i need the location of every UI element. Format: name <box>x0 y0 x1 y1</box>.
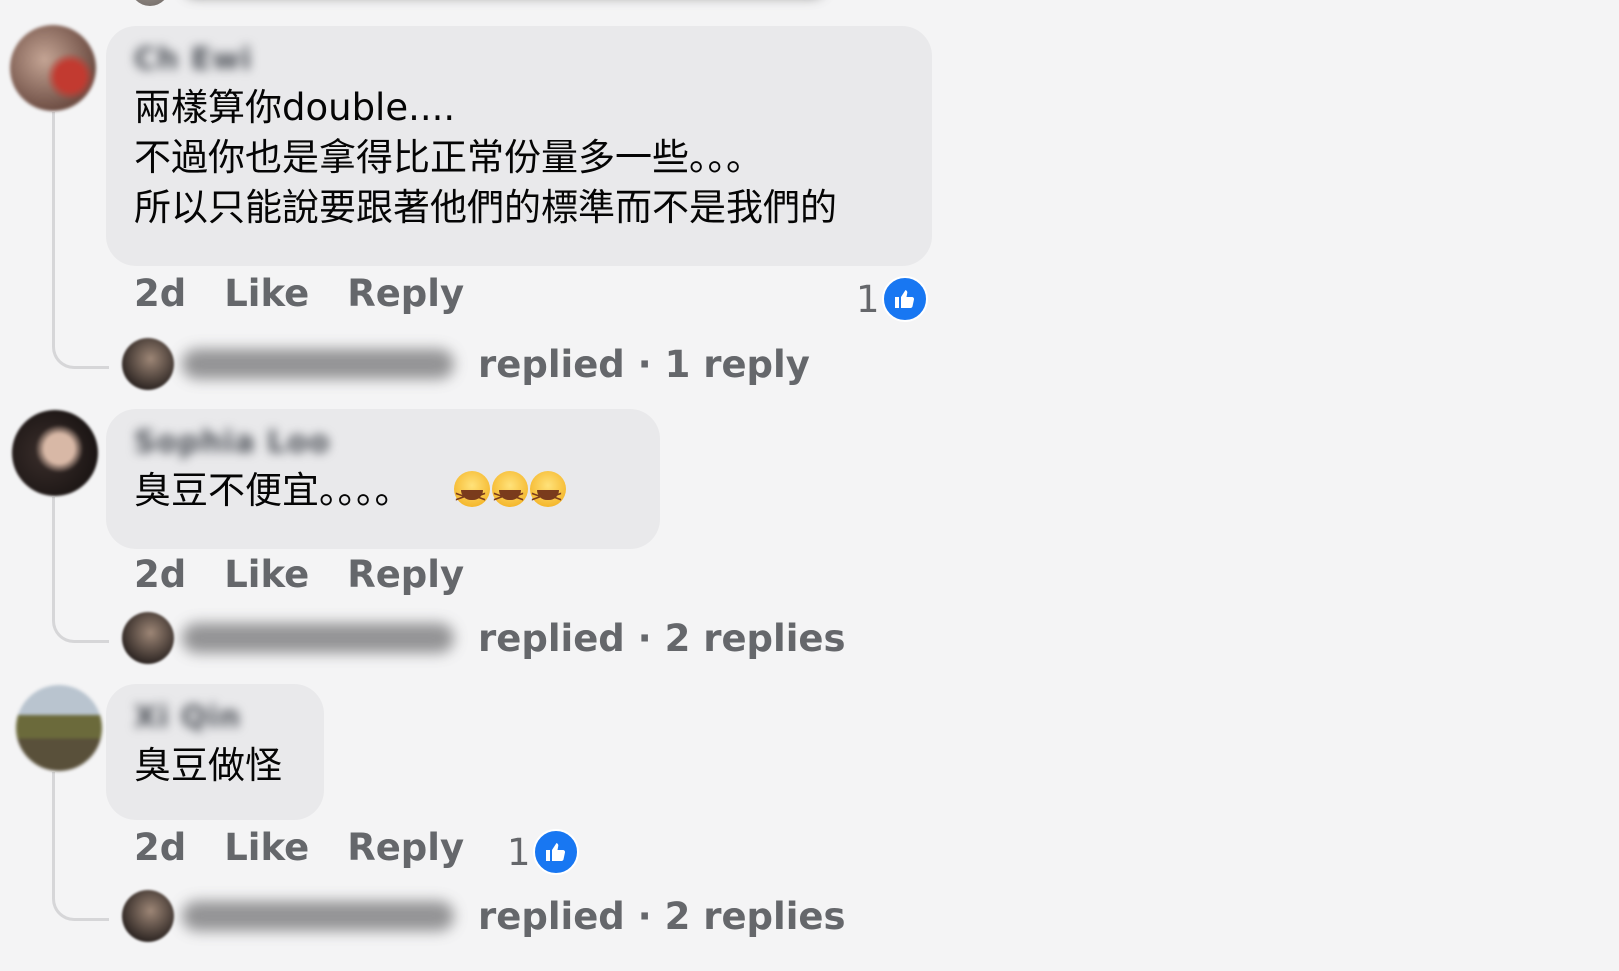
comment-timestamp[interactable]: 2d <box>134 826 186 869</box>
comment-text-line: 兩樣算你double.... <box>134 86 456 129</box>
reply-button[interactable]: Reply <box>347 272 464 315</box>
comment-bubble: Ch Ewi 兩樣算你double.... 不過你也是拿得比正常份量多一些。。。… <box>106 26 932 266</box>
blurred-replier-name <box>182 349 454 379</box>
comment-actions: 2d Like Reply <box>134 272 502 315</box>
view-replies-link[interactable]: replied · 2 replies <box>122 890 846 942</box>
view-replies-link[interactable]: replied · 1 reply <box>122 338 810 390</box>
reply-summary: replied · 1 reply <box>478 342 810 386</box>
reaction-summary[interactable]: 1 <box>856 276 928 322</box>
comment-actions: 2d Like Reply <box>134 553 502 596</box>
like-button[interactable]: Like <box>224 272 309 315</box>
like-reaction-icon <box>881 276 928 322</box>
previous-reply-row <box>130 0 824 6</box>
comment-text: 臭豆做怪 <box>134 744 282 787</box>
comment-text-line: 所以只能說要跟著他們的標準而不是我們的 <box>134 186 837 229</box>
like-button[interactable]: Like <box>224 826 309 869</box>
comment-author[interactable]: Ch Ewi <box>134 42 252 77</box>
blurred-replier-name <box>182 623 454 653</box>
comment-text-line: 不過你也是拿得比正常份量多一些。。。 <box>134 136 763 179</box>
reaction-summary[interactable]: 1 <box>507 829 579 875</box>
comment-timestamp[interactable]: 2d <box>134 553 186 596</box>
comment-text-content: 臭豆不便宜。。。。 <box>134 469 412 512</box>
emoji-group <box>452 469 566 522</box>
reaction-count: 1 <box>856 277 880 321</box>
avatar <box>122 612 174 664</box>
thread-connector <box>52 772 109 921</box>
avatar <box>122 890 174 942</box>
comment-author[interactable]: Xi Qin <box>134 700 241 735</box>
avatar <box>130 0 170 6</box>
reply-summary: replied · 2 replies <box>478 894 846 938</box>
avatar[interactable] <box>16 685 102 771</box>
comment-timestamp[interactable]: 2d <box>134 272 186 315</box>
comment-bubble: Xi Qin 臭豆做怪 <box>106 684 324 820</box>
laughing-emoji-icon <box>491 471 528 522</box>
like-button[interactable]: Like <box>224 553 309 596</box>
blurred-replier-name <box>182 901 454 931</box>
thread-connector <box>52 497 109 643</box>
reaction-count: 1 <box>507 830 531 874</box>
reply-summary: replied · 2 replies <box>478 616 846 660</box>
comment-author[interactable]: Sophia Loo <box>134 425 330 460</box>
like-reaction-icon <box>532 829 579 875</box>
view-replies-link[interactable]: replied · 2 replies <box>122 612 846 664</box>
avatar[interactable] <box>10 25 96 111</box>
comment-actions: 2d Like Reply <box>134 826 502 869</box>
avatar[interactable] <box>12 410 98 496</box>
reply-button[interactable]: Reply <box>347 553 464 596</box>
reply-button[interactable]: Reply <box>347 826 464 869</box>
laughing-emoji-icon <box>453 471 490 522</box>
comment-bubble: Sophia Loo 臭豆不便宜。。。。 <box>106 409 660 549</box>
comments-panel: Ch Ewi 兩樣算你double.... 不過你也是拿得比正常份量多一些。。。… <box>0 0 1619 971</box>
comment-text: 臭豆不便宜。。。。 <box>134 466 632 522</box>
thread-connector <box>52 112 109 369</box>
avatar <box>122 338 174 390</box>
laughing-emoji-icon <box>529 471 566 522</box>
